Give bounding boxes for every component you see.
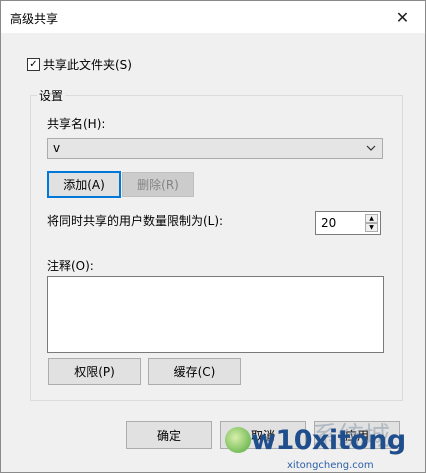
share-folder-checkbox-row[interactable]: ✓ 共享此文件夹(S) xyxy=(27,56,132,73)
caching-button-label: 缓存(C) xyxy=(173,365,216,379)
caching-button[interactable]: 缓存(C) xyxy=(148,358,241,385)
close-button[interactable]: ✕ xyxy=(380,1,425,33)
comment-textarea[interactable] xyxy=(47,276,384,353)
share-name-label: 共享名(H): xyxy=(47,117,106,131)
comment-label: 注释(O): xyxy=(47,259,94,273)
user-limit-value: 20 xyxy=(321,216,337,230)
permissions-button[interactable]: 权限(P) xyxy=(48,358,141,385)
ok-button-label: 确定 xyxy=(156,428,181,443)
share-name-value: v xyxy=(53,141,61,155)
share-name-select[interactable]: v xyxy=(47,138,383,159)
watermark-logo-icon xyxy=(225,427,251,453)
caret-up-icon: ▲ xyxy=(369,214,374,222)
user-limit-spinner[interactable]: 20 ▲ ▼ xyxy=(315,211,381,235)
spin-down-button[interactable]: ▼ xyxy=(365,223,378,232)
add-button-label: 添加(A) xyxy=(63,178,105,192)
spinner-buttons: ▲ ▼ xyxy=(365,214,378,232)
caret-down-icon: ▼ xyxy=(369,223,374,231)
add-button[interactable]: 添加(A) xyxy=(47,171,121,198)
chevron-down-icon xyxy=(366,145,376,151)
share-folder-label: 共享此文件夹(S) xyxy=(43,58,132,72)
watermark-sub-text: xitongcheng.com xyxy=(287,460,374,471)
watermark-main-text: w10xitong xyxy=(251,425,406,456)
remove-button[interactable]: 删除(R) xyxy=(122,172,194,197)
spin-up-button[interactable]: ▲ xyxy=(365,214,378,223)
dialog-title: 高级共享 xyxy=(10,12,59,26)
share-folder-checkbox[interactable]: ✓ xyxy=(27,58,40,71)
close-icon: ✕ xyxy=(395,7,410,27)
site-watermark: 系统城 w10xitong xitongcheng.com xyxy=(217,413,426,473)
settings-group-label: 设置 xyxy=(37,87,66,104)
remove-button-label: 删除(R) xyxy=(137,178,179,192)
title-bar[interactable]: 高级共享 ✕ xyxy=(1,1,425,33)
permissions-button-label: 权限(P) xyxy=(74,365,115,379)
ok-button[interactable]: 确定 xyxy=(126,421,212,449)
user-limit-label: 将同时共享的用户数量限制为(L): xyxy=(47,214,224,228)
advanced-sharing-dialog: 高级共享 ✕ ✓ 共享此文件夹(S) 设置 共享名(H): v 添加(A) 删除… xyxy=(0,0,426,473)
